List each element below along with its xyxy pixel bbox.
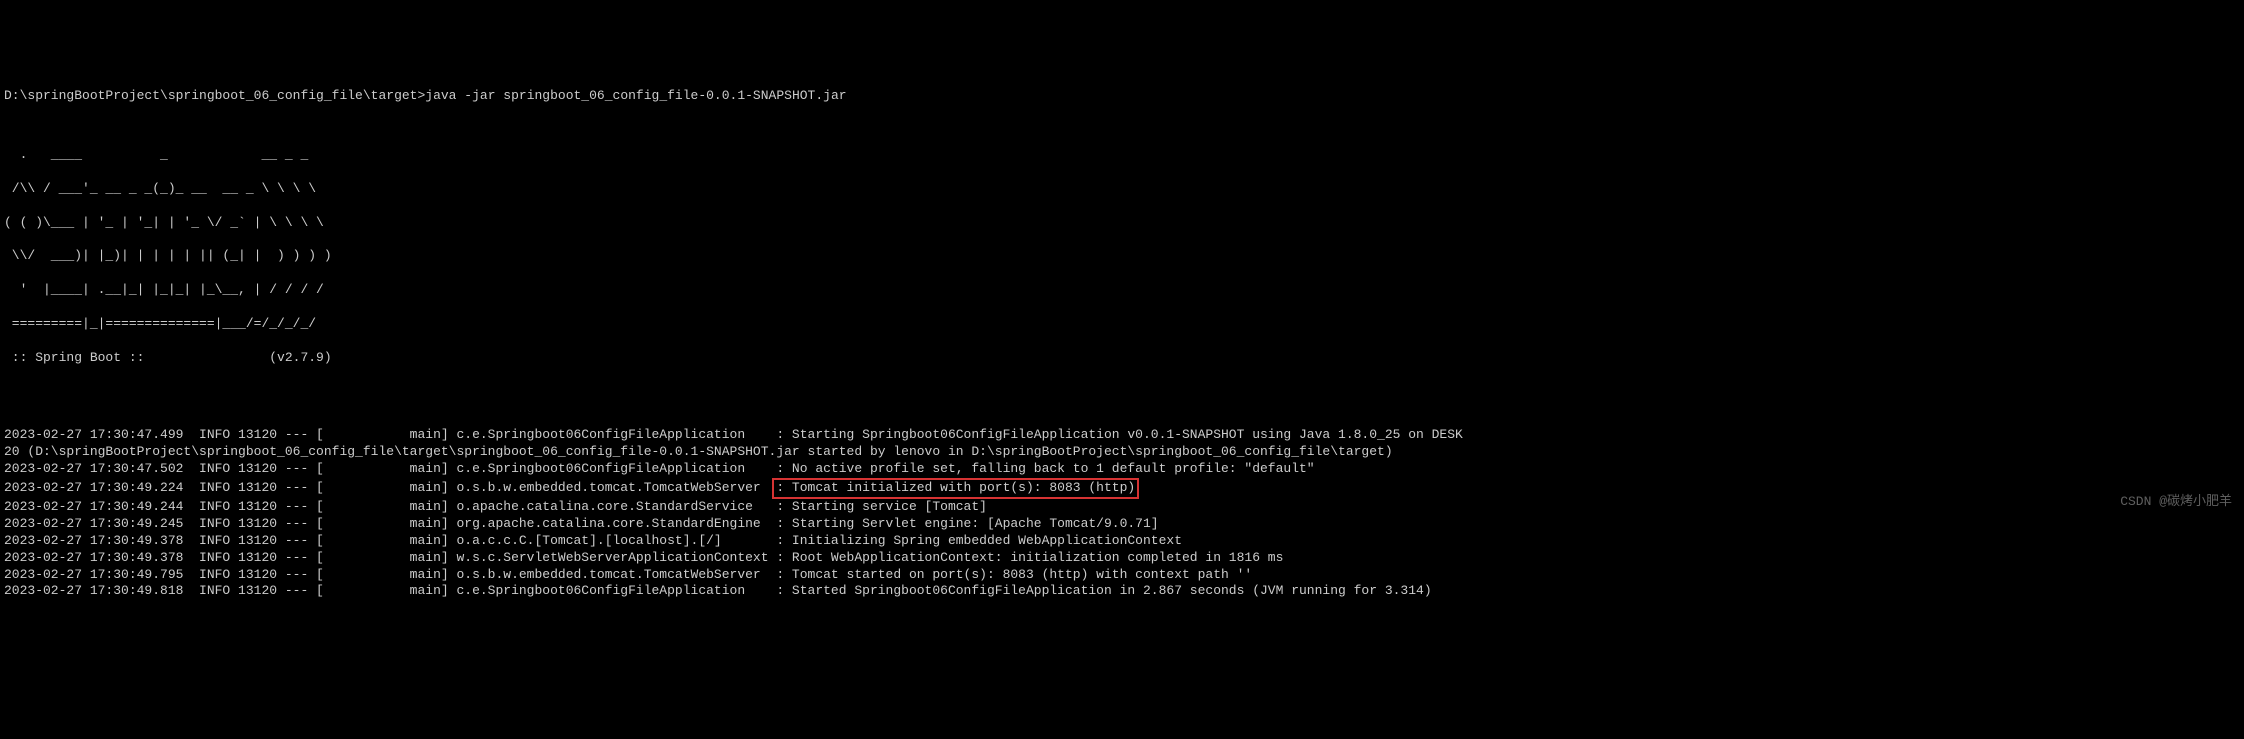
terminal-output: D:\springBootProject\springboot_06_confi… [4, 72, 2240, 618]
banner-line: ( ( )\___ | '_ | '_| | '_ \/ _` | \ \ \ … [4, 215, 2240, 232]
log-line: 2023-02-27 17:30:49.795 INFO 13120 --- [… [4, 567, 2240, 584]
log-line: 2023-02-27 17:30:47.502 INFO 13120 --- [… [4, 461, 2240, 478]
banner-line: =========|_|==============|___/=/_/_/_/ [4, 316, 2240, 333]
highlighted-log-message: : Tomcat initialized with port(s): 8083 … [772, 478, 1139, 499]
log-output: 2023-02-27 17:30:47.499 INFO 13120 --- [… [4, 427, 2240, 600]
banner-line: :: Spring Boot :: (v2.7.9) [4, 350, 2240, 367]
log-line: 2023-02-27 17:30:49.224 INFO 13120 --- [… [4, 478, 2240, 499]
log-line: 2023-02-27 17:30:49.244 INFO 13120 --- [… [4, 499, 2240, 516]
command-prompt: D:\springBootProject\springboot_06_confi… [4, 88, 2240, 105]
spring-banner: . ____ _ __ _ _ /\\ / ___'_ __ _ _(_)_ _… [4, 130, 2240, 383]
log-line: 2023-02-27 17:30:49.378 INFO 13120 --- [… [4, 533, 2240, 550]
log-line: 2023-02-27 17:30:49.818 INFO 13120 --- [… [4, 583, 2240, 600]
watermark: CSDN @碳烤小肥羊 [2120, 494, 2232, 511]
banner-line: \\/ ___)| |_)| | | | | || (_| | ) ) ) ) [4, 248, 2240, 265]
command-text: java -jar springboot_06_config_file-0.0.… [425, 88, 846, 103]
log-line: 20 (D:\springBootProject\springboot_06_c… [4, 444, 2240, 461]
banner-line: . ____ _ __ _ _ [4, 147, 2240, 164]
log-line: 2023-02-27 17:30:49.245 INFO 13120 --- [… [4, 516, 2240, 533]
banner-line: /\\ / ___'_ __ _ _(_)_ __ __ _ \ \ \ \ [4, 181, 2240, 198]
prompt-path: D:\springBootProject\springboot_06_confi… [4, 88, 425, 103]
log-line: 2023-02-27 17:30:47.499 INFO 13120 --- [… [4, 427, 2240, 444]
log-line: 2023-02-27 17:30:49.378 INFO 13120 --- [… [4, 550, 2240, 567]
banner-line: ' |____| .__|_| |_|_| |_\__, | / / / / [4, 282, 2240, 299]
